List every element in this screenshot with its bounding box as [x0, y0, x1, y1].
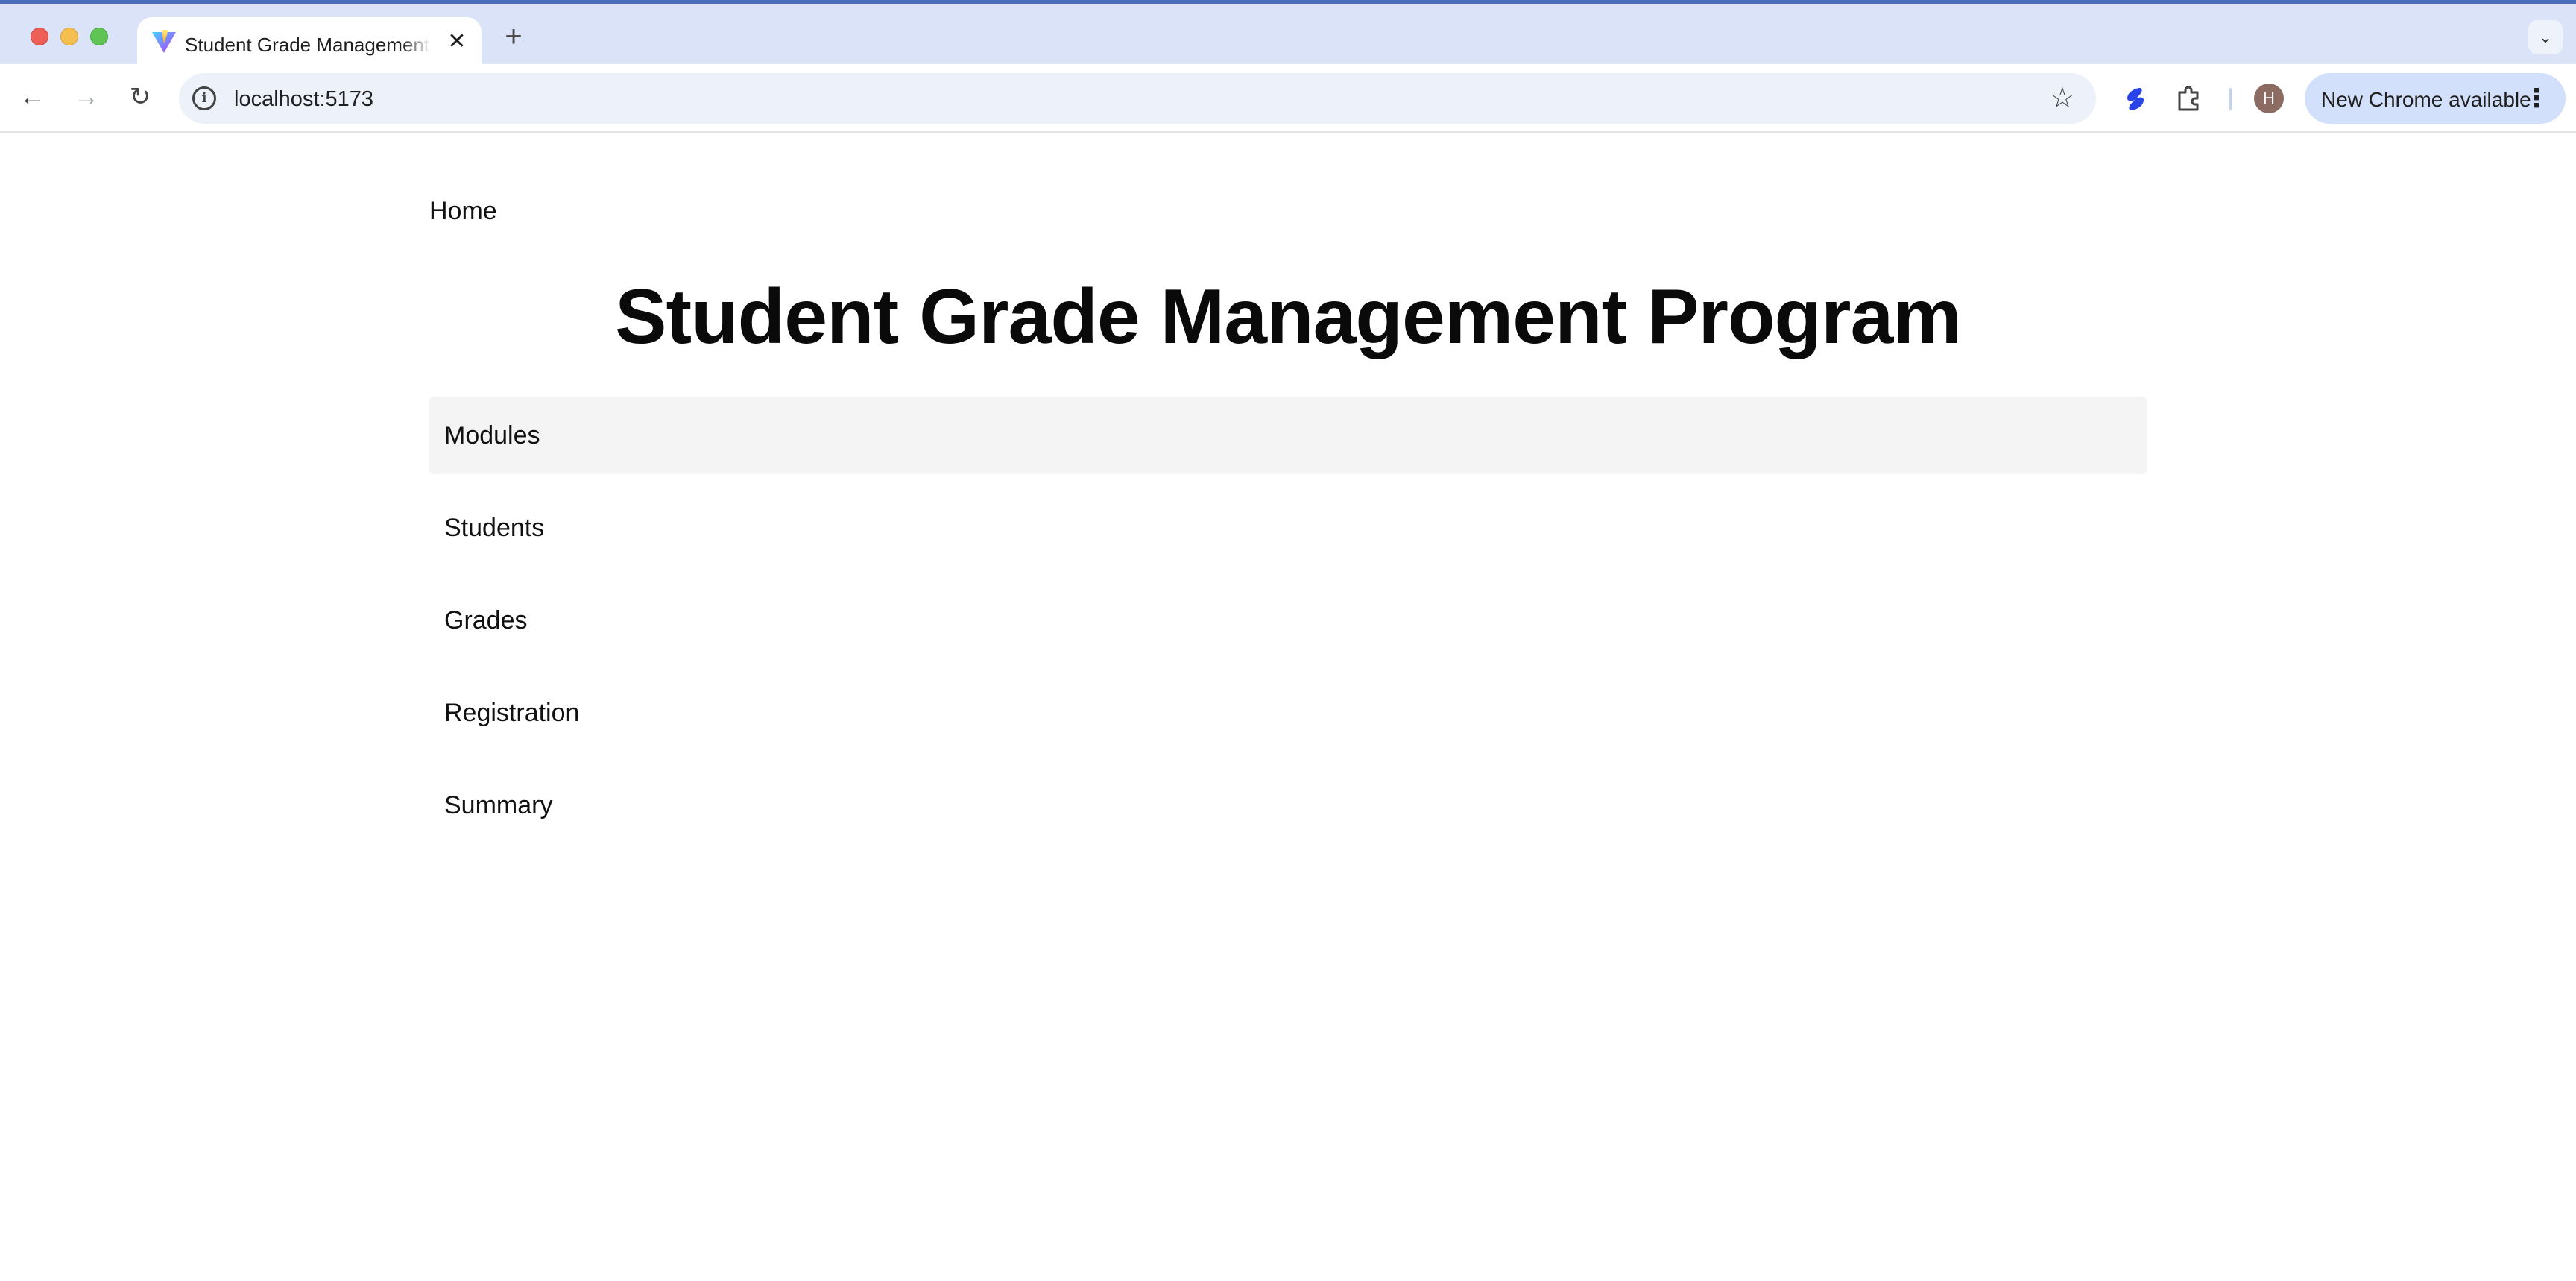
- browser-titlebar: Student Grade Management System ✕ + ⌄: [0, 0, 2576, 68]
- arrow-right-icon: →: [74, 83, 99, 111]
- browser-tab[interactable]: Student Grade Management System ✕: [137, 17, 482, 68]
- menu-item-modules[interactable]: Modules: [429, 397, 2147, 474]
- chevron-down-icon: ⌄: [2538, 28, 2553, 46]
- tab-close-icon[interactable]: ✕: [443, 28, 471, 56]
- more-menu-icon[interactable]: ⋮: [2524, 84, 2549, 113]
- reload-button[interactable]: ↻: [122, 79, 158, 115]
- window-maximize-button[interactable]: [90, 28, 108, 45]
- back-button[interactable]: ←: [14, 79, 50, 115]
- forward-button[interactable]: →: [69, 79, 104, 115]
- window-minimize-button[interactable]: [60, 28, 78, 45]
- menu-item-summary[interactable]: Summary: [429, 767, 2147, 844]
- chrome-update-label: New Chrome available: [2321, 88, 2531, 111]
- new-tab-button[interactable]: +: [498, 22, 529, 53]
- extension-sync-icon[interactable]: [2118, 82, 2153, 116]
- menu-item-registration[interactable]: Registration: [429, 674, 2147, 752]
- vite-logo-icon: [152, 30, 176, 53]
- tab-search-button[interactable]: ⌄: [2528, 20, 2563, 54]
- arrow-left-icon: ←: [19, 83, 45, 111]
- chrome-update-button[interactable]: New Chrome available ⋮: [2305, 73, 2566, 124]
- address-url[interactable]: localhost:5173: [234, 87, 373, 112]
- breadcrumb-home[interactable]: Home: [429, 197, 497, 226]
- site-info-icon[interactable]: i: [192, 86, 216, 110]
- page-title: Student Grade Management Program: [615, 274, 1962, 360]
- tab-title: Student Grade Management System: [185, 34, 431, 56]
- bookmark-star-icon[interactable]: ☆: [2050, 82, 2075, 115]
- menu-item-students[interactable]: Students: [429, 489, 2147, 567]
- menu-item-grades[interactable]: Grades: [429, 582, 2147, 659]
- window-close-button[interactable]: [31, 28, 48, 45]
- browser-toolbar: ← → ↻ i localhost:5173 ☆ H New Chrome av…: [0, 64, 2576, 133]
- extensions-puzzle-icon[interactable]: [2172, 82, 2206, 116]
- profile-avatar[interactable]: H: [2254, 84, 2284, 113]
- reload-icon: ↻: [129, 83, 151, 111]
- main-menu: Modules Students Grades Registration Sum…: [429, 397, 2147, 859]
- address-bar[interactable]: i localhost:5173 ☆: [179, 73, 2096, 124]
- toolbar-divider: [2229, 88, 2232, 110]
